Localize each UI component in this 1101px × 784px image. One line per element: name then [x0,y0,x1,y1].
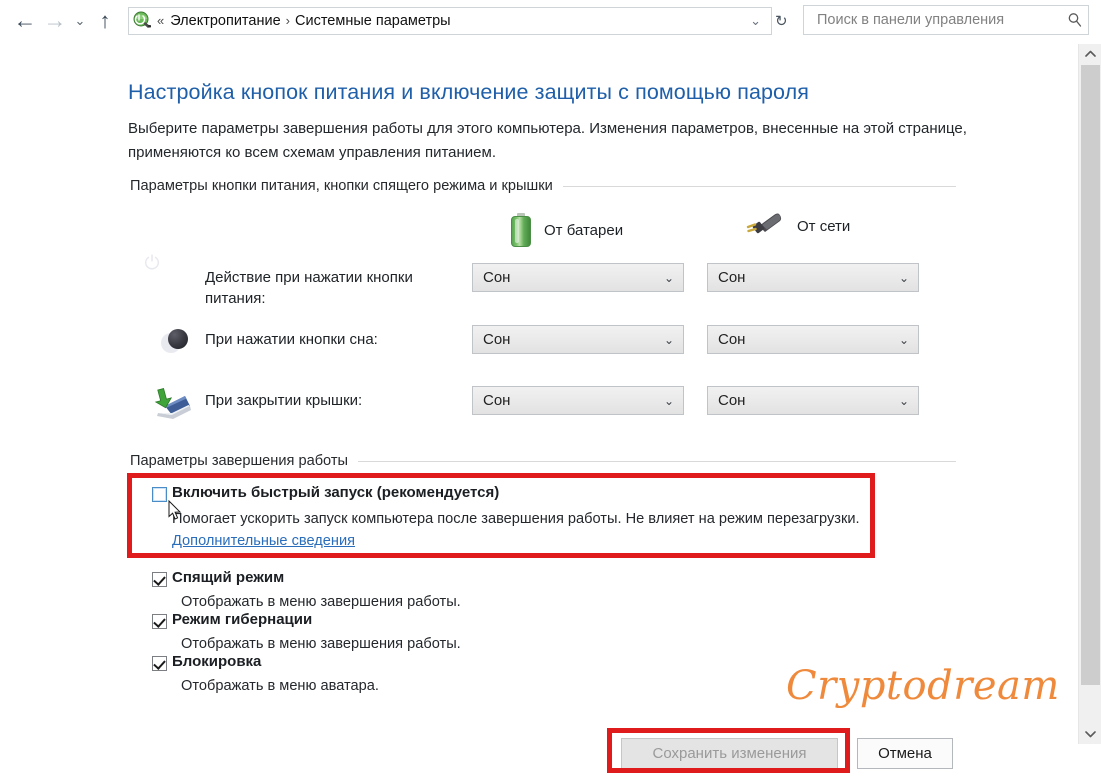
checkbox-fast-startup[interactable] [152,487,167,502]
checkbox-description-fast-startup: Помогает ускорить запуск компьютера посл… [172,508,872,552]
dropdown-value: Сон [718,392,746,409]
column-header-battery: От батареи [510,213,623,247]
column-header-battery-label: От батареи [544,221,624,239]
breadcrumb-separator: › [285,13,290,28]
checkbox-hibernate[interactable] [152,614,167,629]
checkbox-description-lock: Отображать в меню аватара. [181,678,379,694]
breadcrumb-overflow[interactable]: « [157,13,164,28]
chevron-down-icon: ⌄ [663,393,674,408]
search-box[interactable] [803,5,1089,35]
dropdown-power-button-battery[interactable]: Сон ⌄ [472,263,684,292]
dropdown-lid-close-battery[interactable]: Сон ⌄ [472,386,684,415]
back-button[interactable]: ← [10,6,40,36]
description-text: Помогает ускорить запуск компьютера посл… [172,511,860,527]
group-divider [358,460,956,462]
column-header-ac-label: От сети [797,217,851,235]
chevron-down-icon: ⌄ [663,270,674,285]
setting-label-lid-close: При закрытии крышки: [205,392,363,409]
group-header-power-buttons: Параметры кнопки питания, кнопки спящего… [130,178,956,194]
checkbox-label-fast-startup[interactable]: Включить быстрый запуск (рекомендуется) [172,484,499,501]
mouse-cursor [168,499,182,520]
chevron-down-icon: ⌄ [898,393,909,408]
search-input[interactable] [815,11,1062,29]
checkbox-label-sleep[interactable]: Спящий режим [172,569,284,586]
power-options-icon [132,11,152,31]
checkbox-description-sleep: Отображать в меню завершения работы. [181,594,461,610]
address-bar[interactable]: « Электропитание › Системные параметры ⌄ [128,6,772,35]
checkbox-lock[interactable] [152,656,167,671]
page-title: Настройка кнопок питания и включение защ… [128,80,810,104]
page-description: Выберите параметры завершения работы для… [128,120,967,161]
watermark: Cryptodream [786,663,1060,709]
checkbox-description-hibernate: Отображать в меню завершения работы. [181,636,461,652]
breadcrumb-item-system-settings[interactable]: Системные параметры [295,13,451,29]
checkbox-sleep[interactable] [152,572,167,587]
recent-locations-button[interactable]: ⌄ [70,6,90,36]
dropdown-power-button-ac[interactable]: Сон ⌄ [707,263,919,292]
checkbox-label-hibernate[interactable]: Режим гибернации [172,611,312,628]
chevron-down-icon: ⌄ [663,332,674,347]
chevron-down-icon: ⌄ [898,270,909,285]
search-icon [1062,12,1088,28]
dropdown-value: Сон [483,392,511,409]
sleep-moon-icon [152,325,192,365]
forward-button[interactable]: → [40,6,70,36]
learn-more-link[interactable]: Дополнительные сведения [172,533,355,549]
scroll-down-icon[interactable] [1079,724,1101,744]
dropdown-sleep-button-ac[interactable]: Сон ⌄ [707,325,919,354]
dropdown-value: Сон [483,331,511,348]
setting-label-power-button: Действие при нажатии кнопки питания: [205,269,413,307]
breadcrumb-item-power-options[interactable]: Электропитание [170,13,280,29]
battery-icon [510,213,532,247]
dropdown-lid-close-ac[interactable]: Сон ⌄ [707,386,919,415]
group-header-label: Параметры кнопки питания, кнопки спящего… [130,178,553,194]
setting-label-sleep-button: При нажатии кнопки сна: [205,331,378,348]
vertical-scrollbar[interactable] [1078,44,1101,744]
scroll-up-icon[interactable] [1079,44,1101,64]
dropdown-sleep-button-battery[interactable]: Сон ⌄ [472,325,684,354]
cancel-button[interactable]: Отмена [857,738,953,769]
group-header-shutdown: Параметры завершения работы [130,453,956,469]
chevron-down-icon[interactable]: ⌄ [746,13,767,29]
control-panel-window: ← → ⌄ ↑ « Электропитание › Системные пар… [0,0,1101,784]
scrollbar-thumb[interactable] [1081,65,1100,685]
save-changes-button[interactable]: Сохранить изменения [621,738,838,769]
up-button[interactable]: ↑ [90,6,120,36]
column-header-ac: От сети [745,213,850,239]
checkbox-label-lock[interactable]: Блокировка [172,653,261,670]
dropdown-value: Сон [718,331,746,348]
chevron-down-icon: ⌄ [898,332,909,347]
laptop-lid-icon [152,386,192,426]
group-divider [562,185,956,187]
breadcrumb[interactable]: « Электропитание › Системные параметры [157,13,746,29]
dropdown-value: Сон [483,269,511,286]
power-plug-icon [745,213,785,239]
group-header-label: Параметры завершения работы [130,453,349,469]
dropdown-value: Сон [718,269,746,286]
refresh-icon[interactable]: ↻ [772,12,790,30]
power-button-icon: ⏻ [144,252,160,274]
